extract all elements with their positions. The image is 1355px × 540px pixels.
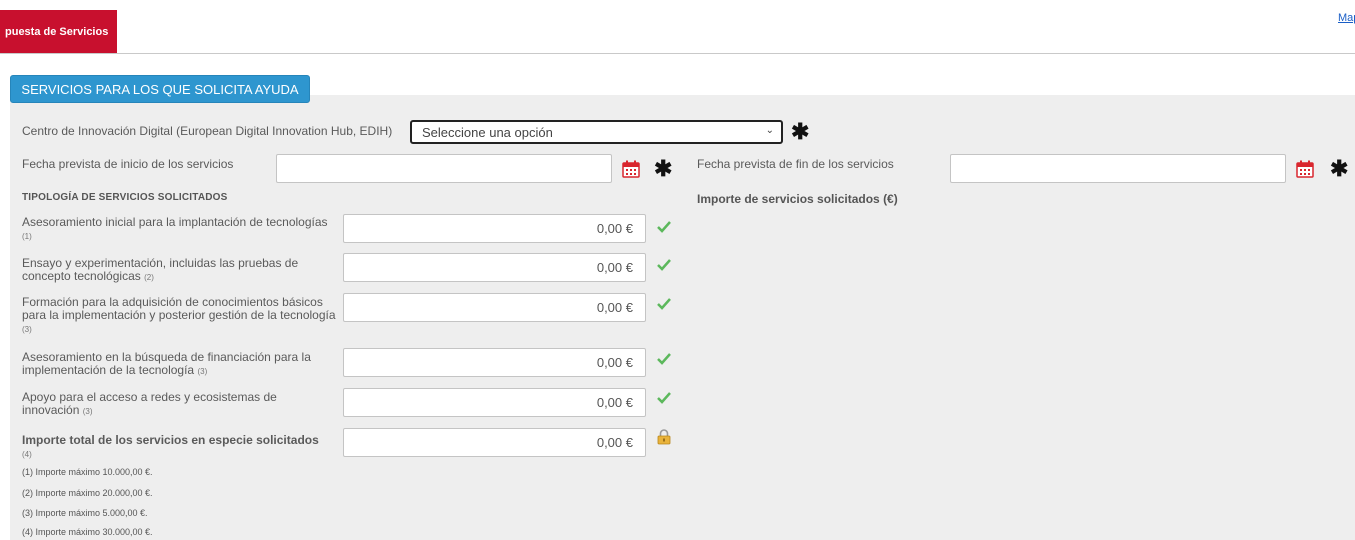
end-date-input[interactable] [950, 154, 1286, 183]
checkmark-icon [657, 353, 671, 365]
top-link[interactable]: Map [1338, 12, 1355, 24]
footnote: (1) Importe máximo 10.000,00 €. [22, 467, 153, 477]
service-amount-input[interactable]: 0,00 € [343, 253, 646, 282]
asterisk-icon: ✱ [1330, 156, 1349, 181]
section-title-button[interactable]: SERVICIOS PARA LOS QUE SOLICITA AYUDA [10, 75, 310, 103]
checkmark-icon [657, 221, 671, 233]
asterisk-icon: ✱ [654, 156, 673, 181]
checkmark-icon [657, 298, 671, 310]
calendar-icon[interactable] [1296, 160, 1314, 178]
chevron-down-icon: ⌄ [765, 125, 774, 136]
service-amount-input[interactable]: 0,00 € [343, 214, 646, 243]
footnote: (4) Importe máximo 30.000,00 €. [22, 527, 153, 537]
checkmark-icon [657, 259, 671, 271]
calendar-icon[interactable] [622, 160, 640, 178]
typology-heading: TIPOLOGÍA DE SERVICIOS SOLICITADOS [22, 192, 228, 203]
end-date-label: Fecha prevista de fin de los servicios [697, 157, 894, 171]
edih-label: Centro de Innovación Digital (European D… [22, 124, 393, 138]
service-label: Formación para la adquisición de conocim… [22, 295, 336, 335]
asterisk-icon: ✱ [791, 119, 810, 144]
service-amount-input[interactable]: 0,00 € [343, 388, 646, 417]
total-amount-input: 0,00 € [343, 428, 646, 457]
header-divider [0, 53, 1355, 54]
edih-select[interactable]: Seleccione una opción ⌄ [410, 120, 783, 144]
service-label: Apoyo para el acceso a redes y ecosistem… [22, 390, 277, 417]
start-date-input[interactable] [276, 154, 612, 183]
service-label: Ensayo y experimentación, incluidas las … [22, 256, 299, 283]
total-label: Importe total de los servicios en especi… [22, 433, 319, 460]
checkmark-icon [657, 392, 671, 404]
brand-tab[interactable]: puesta de Servicios [0, 10, 117, 53]
start-date-label: Fecha prevista de inicio de los servicio… [22, 157, 234, 171]
service-label: Asesoramiento en la búsqueda de financia… [22, 350, 311, 377]
lock-icon [657, 429, 671, 445]
footnote: (2) Importe máximo 20.000,00 €. [22, 488, 153, 498]
footnote: (3) Importe máximo 5.000,00 €. [22, 508, 148, 518]
edih-select-value: Seleccione una opción [422, 124, 553, 140]
service-label: Asesoramiento inicial para la implantaci… [22, 215, 328, 242]
service-amount-input[interactable]: 0,00 € [343, 348, 646, 377]
amount-heading: Importe de servicios solicitados (€) [697, 192, 898, 206]
service-amount-input[interactable]: 0,00 € [343, 293, 646, 322]
